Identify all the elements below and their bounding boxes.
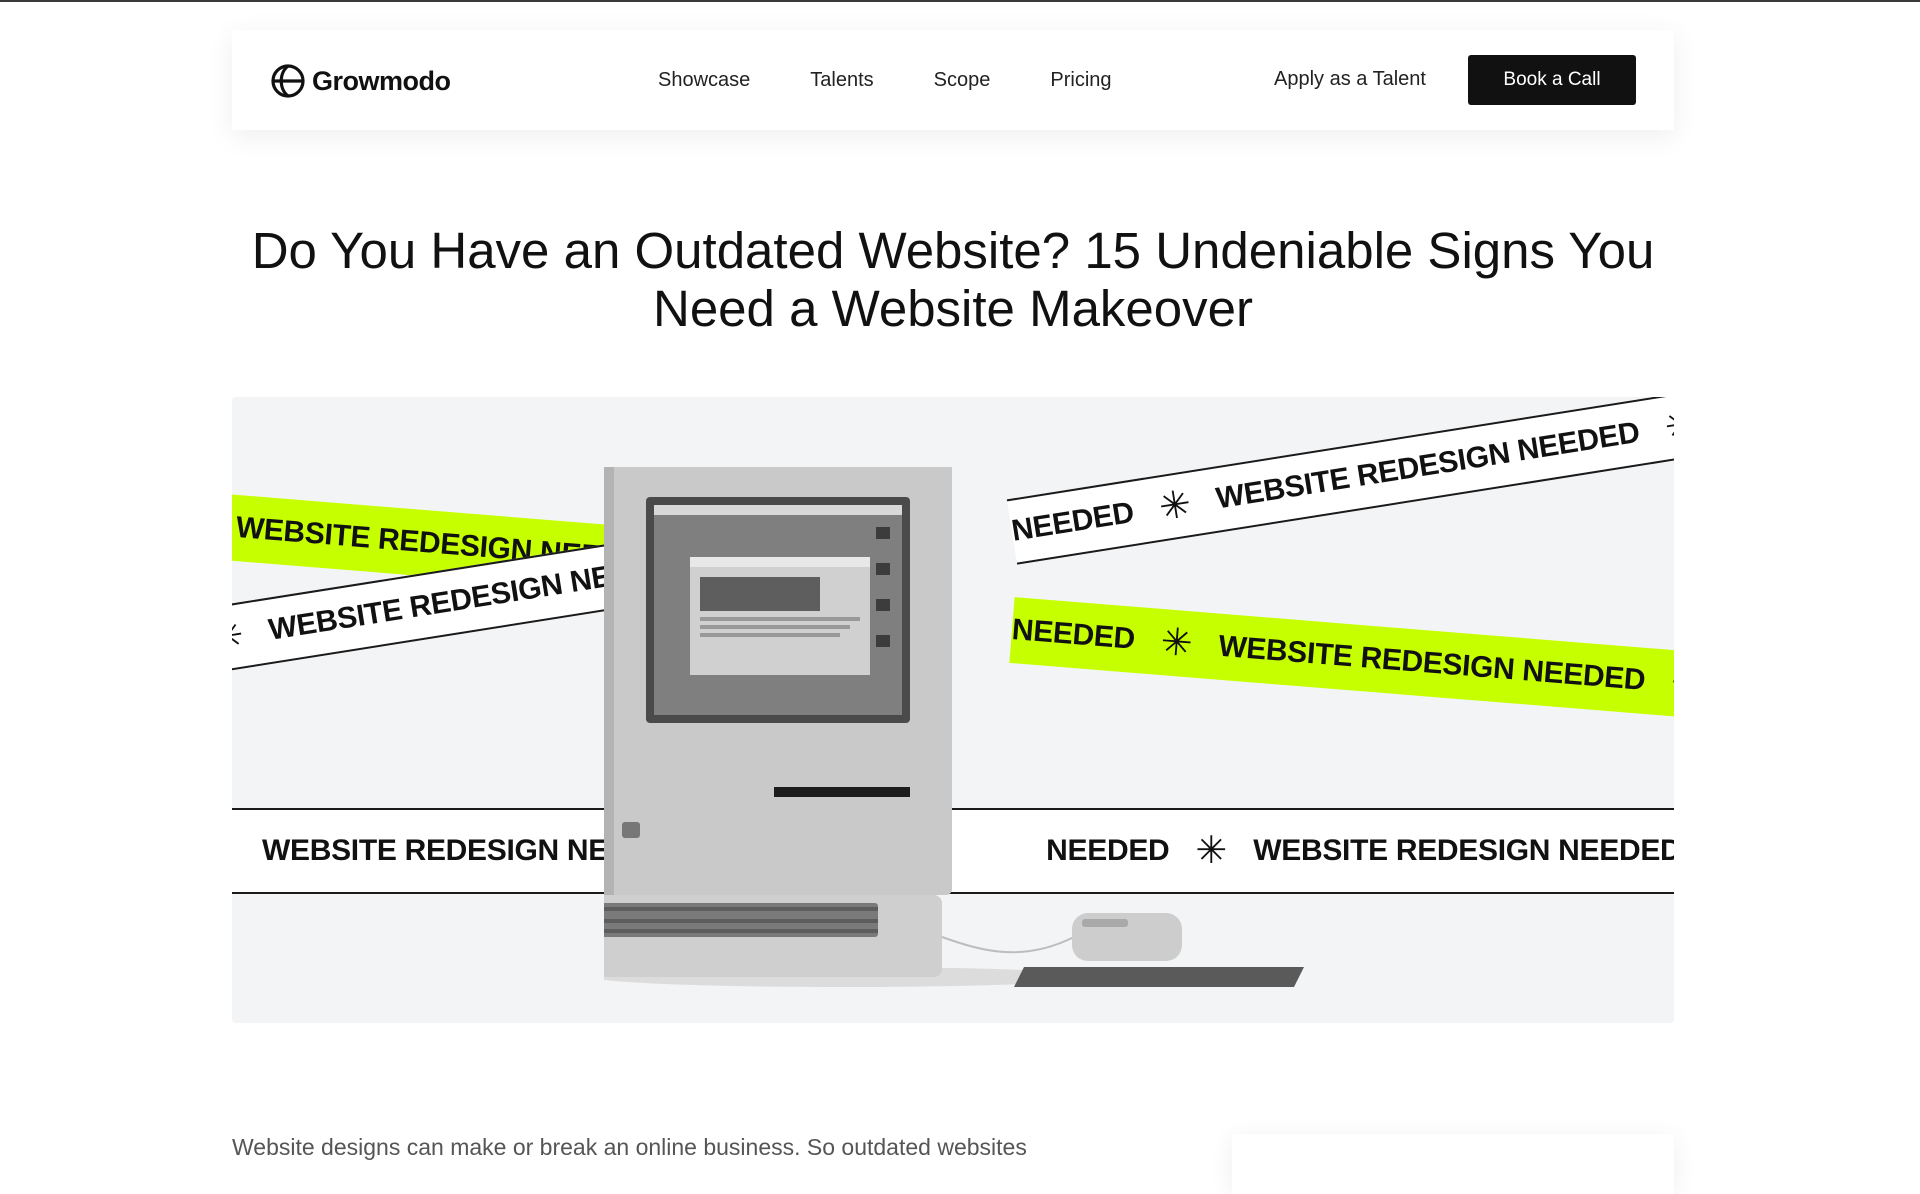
logo-link[interactable]: Growmodo bbox=[270, 62, 451, 100]
brand-name: Growmodo bbox=[312, 65, 451, 96]
book-a-call-button[interactable]: Book a Call bbox=[1468, 55, 1636, 105]
nav-link-talents[interactable]: Talents bbox=[810, 69, 873, 92]
asterisk-icon: ✳ bbox=[1661, 402, 1674, 450]
vintage-computer-illustration bbox=[604, 467, 1304, 987]
apply-as-talent-link[interactable]: Apply as a Talent bbox=[1274, 68, 1426, 91]
growmodo-logo-icon bbox=[271, 64, 305, 98]
hero-image: WEBSITE REDESIGN NEEDED ✳ WEBSITE REDESI… bbox=[232, 397, 1674, 1023]
sidebar-card bbox=[1232, 1134, 1674, 1194]
article-intro: Website designs can make or break an onl… bbox=[232, 1134, 1027, 1160]
top-border bbox=[0, 0, 1920, 2]
main-nav: Showcase Talents Scope Pricing bbox=[658, 30, 1172, 130]
nav-link-showcase[interactable]: Showcase bbox=[658, 69, 750, 92]
navbar: Growmodo Showcase Talents Scope Pricing … bbox=[232, 30, 1674, 130]
nav-link-scope[interactable]: Scope bbox=[934, 69, 991, 92]
asterisk-icon: ✳ bbox=[232, 614, 247, 661]
nav-link-pricing[interactable]: Pricing bbox=[1050, 69, 1111, 92]
asterisk-icon: ✳ bbox=[1669, 662, 1674, 707]
page-title: Do You Have an Outdated Website? 15 Unde… bbox=[251, 222, 1655, 337]
